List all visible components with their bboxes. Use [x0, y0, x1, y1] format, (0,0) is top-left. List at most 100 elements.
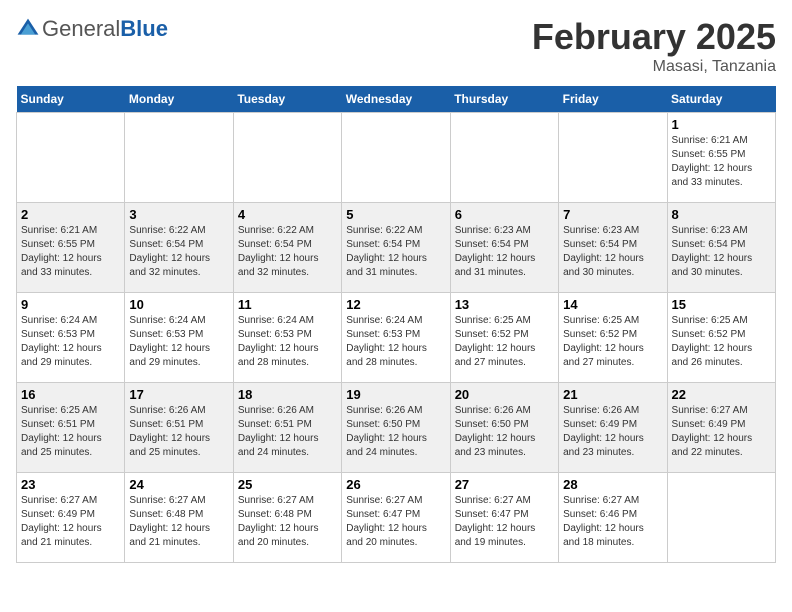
calendar-cell: 13 Sunrise: 6:25 AM Sunset: 6:52 PM Dayli…: [450, 293, 558, 383]
calendar-cell: 17 Sunrise: 6:26 AM Sunset: 6:51 PM Dayli…: [125, 383, 233, 473]
calendar-cell: [17, 113, 125, 203]
day-info: Sunrise: 6:26 AM Sunset: 6:51 PM Dayligh…: [129, 404, 228, 460]
logo: GeneralBlue: [16, 16, 168, 42]
day-info: Sunrise: 6:21 AM Sunset: 6:55 PM Dayligh…: [21, 224, 120, 280]
calendar-cell: 18 Sunrise: 6:26 AM Sunset: 6:51 PM Dayli…: [233, 383, 341, 473]
calendar-cell: 5 Sunrise: 6:22 AM Sunset: 6:54 PM Daylig…: [342, 203, 450, 293]
calendar-cell: 26 Sunrise: 6:27 AM Sunset: 6:47 PM Dayli…: [342, 473, 450, 563]
day-number: 13: [455, 297, 554, 312]
logo-general-text: General: [42, 16, 120, 41]
col-header-thursday: Thursday: [450, 86, 558, 113]
day-info: Sunrise: 6:25 AM Sunset: 6:52 PM Dayligh…: [563, 314, 662, 370]
day-info: Sunrise: 6:25 AM Sunset: 6:52 PM Dayligh…: [672, 314, 771, 370]
col-header-tuesday: Tuesday: [233, 86, 341, 113]
calendar-cell: 27 Sunrise: 6:27 AM Sunset: 6:47 PM Dayli…: [450, 473, 558, 563]
calendar-cell: 22 Sunrise: 6:27 AM Sunset: 6:49 PM Dayli…: [667, 383, 775, 473]
day-info: Sunrise: 6:22 AM Sunset: 6:54 PM Dayligh…: [129, 224, 228, 280]
day-number: 11: [238, 297, 337, 312]
calendar-cell: 21 Sunrise: 6:26 AM Sunset: 6:49 PM Dayli…: [559, 383, 667, 473]
logo-icon: [16, 17, 40, 41]
calendar-cell: 23 Sunrise: 6:27 AM Sunset: 6:49 PM Dayli…: [17, 473, 125, 563]
calendar-cell: 20 Sunrise: 6:26 AM Sunset: 6:50 PM Dayli…: [450, 383, 558, 473]
day-number: 23: [21, 477, 120, 492]
calendar-cell: 9 Sunrise: 6:24 AM Sunset: 6:53 PM Daylig…: [17, 293, 125, 383]
title-block: February 2025 Masasi, Tanzania: [532, 16, 776, 76]
day-info: Sunrise: 6:24 AM Sunset: 6:53 PM Dayligh…: [21, 314, 120, 370]
day-info: Sunrise: 6:27 AM Sunset: 6:46 PM Dayligh…: [563, 494, 662, 550]
day-info: Sunrise: 6:25 AM Sunset: 6:52 PM Dayligh…: [455, 314, 554, 370]
day-info: Sunrise: 6:26 AM Sunset: 6:49 PM Dayligh…: [563, 404, 662, 460]
day-number: 28: [563, 477, 662, 492]
calendar-cell: 19Sunrise: 6:26 AM Sunset: 6:50 PM Dayli…: [342, 383, 450, 473]
day-info: Sunrise: 6:26 AM Sunset: 6:50 PM Dayligh…: [455, 404, 554, 460]
calendar-cell: [667, 473, 775, 563]
day-number: 20: [455, 387, 554, 402]
calendar-cell: 1 Sunrise: 6:21 AM Sunset: 6:55 PM Daylig…: [667, 113, 775, 203]
day-number: 5: [346, 207, 445, 222]
calendar-cell: [233, 113, 341, 203]
week-row-1: 1 Sunrise: 6:21 AM Sunset: 6:55 PM Daylig…: [17, 113, 776, 203]
day-number: 9: [21, 297, 120, 312]
day-number: 8: [672, 207, 771, 222]
calendar-table: SundayMondayTuesdayWednesdayThursdayFrid…: [16, 86, 776, 563]
calendar-cell: [559, 113, 667, 203]
day-info: Sunrise: 6:26 AM Sunset: 6:51 PM Dayligh…: [238, 404, 337, 460]
day-info: Sunrise: 6:22 AM Sunset: 6:54 PM Dayligh…: [346, 224, 445, 280]
col-header-saturday: Saturday: [667, 86, 775, 113]
calendar-cell: 11Sunrise: 6:24 AM Sunset: 6:53 PM Dayli…: [233, 293, 341, 383]
day-number: 25: [238, 477, 337, 492]
day-info: Sunrise: 6:25 AM Sunset: 6:51 PM Dayligh…: [21, 404, 120, 460]
page-header: GeneralBlue February 2025 Masasi, Tanzan…: [16, 16, 776, 76]
calendar-cell: [125, 113, 233, 203]
col-header-sunday: Sunday: [17, 86, 125, 113]
week-row-2: 2 Sunrise: 6:21 AM Sunset: 6:55 PM Daylig…: [17, 203, 776, 293]
day-number: 26: [346, 477, 445, 492]
day-info: Sunrise: 6:23 AM Sunset: 6:54 PM Dayligh…: [455, 224, 554, 280]
day-number: 21: [563, 387, 662, 402]
day-number: 27: [455, 477, 554, 492]
calendar-cell: 25Sunrise: 6:27 AM Sunset: 6:48 PM Dayli…: [233, 473, 341, 563]
day-number: 24: [129, 477, 228, 492]
day-number: 15: [672, 297, 771, 312]
calendar-cell: 14 Sunrise: 6:25 AM Sunset: 6:52 PM Dayli…: [559, 293, 667, 383]
week-row-3: 9 Sunrise: 6:24 AM Sunset: 6:53 PM Daylig…: [17, 293, 776, 383]
calendar-cell: 7Sunrise: 6:23 AM Sunset: 6:54 PM Daylig…: [559, 203, 667, 293]
day-number: 6: [455, 207, 554, 222]
day-number: 22: [672, 387, 771, 402]
location-subtitle: Masasi, Tanzania: [532, 58, 776, 76]
day-number: 14: [563, 297, 662, 312]
col-header-wednesday: Wednesday: [342, 86, 450, 113]
calendar-cell: 16 Sunrise: 6:25 AM Sunset: 6:51 PM Dayli…: [17, 383, 125, 473]
day-number: 17: [129, 387, 228, 402]
logo-blue-text: Blue: [120, 16, 168, 41]
day-number: 16: [21, 387, 120, 402]
day-info: Sunrise: 6:27 AM Sunset: 6:47 PM Dayligh…: [346, 494, 445, 550]
calendar-cell: 15 Sunrise: 6:25 AM Sunset: 6:52 PM Dayli…: [667, 293, 775, 383]
week-row-5: 23 Sunrise: 6:27 AM Sunset: 6:49 PM Dayli…: [17, 473, 776, 563]
day-info: Sunrise: 6:27 AM Sunset: 6:49 PM Dayligh…: [672, 404, 771, 460]
day-info: Sunrise: 6:27 AM Sunset: 6:48 PM Dayligh…: [129, 494, 228, 550]
day-number: 1: [672, 117, 771, 132]
calendar-cell: 3 Sunrise: 6:22 AM Sunset: 6:54 PM Daylig…: [125, 203, 233, 293]
day-number: 12: [346, 297, 445, 312]
calendar-cell: 10Sunrise: 6:24 AM Sunset: 6:53 PM Dayli…: [125, 293, 233, 383]
calendar-cell: 8Sunrise: 6:23 AM Sunset: 6:54 PM Daylig…: [667, 203, 775, 293]
day-number: 4: [238, 207, 337, 222]
day-info: Sunrise: 6:27 AM Sunset: 6:47 PM Dayligh…: [455, 494, 554, 550]
day-info: Sunrise: 6:21 AM Sunset: 6:55 PM Dayligh…: [672, 134, 771, 190]
day-info: Sunrise: 6:22 AM Sunset: 6:54 PM Dayligh…: [238, 224, 337, 280]
week-row-4: 16 Sunrise: 6:25 AM Sunset: 6:51 PM Dayli…: [17, 383, 776, 473]
calendar-cell: 2 Sunrise: 6:21 AM Sunset: 6:55 PM Daylig…: [17, 203, 125, 293]
day-number: 18: [238, 387, 337, 402]
day-info: Sunrise: 6:27 AM Sunset: 6:49 PM Dayligh…: [21, 494, 120, 550]
calendar-cell: 4 Sunrise: 6:22 AM Sunset: 6:54 PM Daylig…: [233, 203, 341, 293]
day-number: 2: [21, 207, 120, 222]
day-info: Sunrise: 6:26 AM Sunset: 6:50 PM Dayligh…: [346, 404, 445, 460]
day-info: Sunrise: 6:24 AM Sunset: 6:53 PM Dayligh…: [129, 314, 228, 370]
col-header-monday: Monday: [125, 86, 233, 113]
calendar-header-row: SundayMondayTuesdayWednesdayThursdayFrid…: [17, 86, 776, 113]
day-number: 3: [129, 207, 228, 222]
calendar-cell: [342, 113, 450, 203]
calendar-cell: 6 Sunrise: 6:23 AM Sunset: 6:54 PM Daylig…: [450, 203, 558, 293]
calendar-cell: 12Sunrise: 6:24 AM Sunset: 6:53 PM Dayli…: [342, 293, 450, 383]
